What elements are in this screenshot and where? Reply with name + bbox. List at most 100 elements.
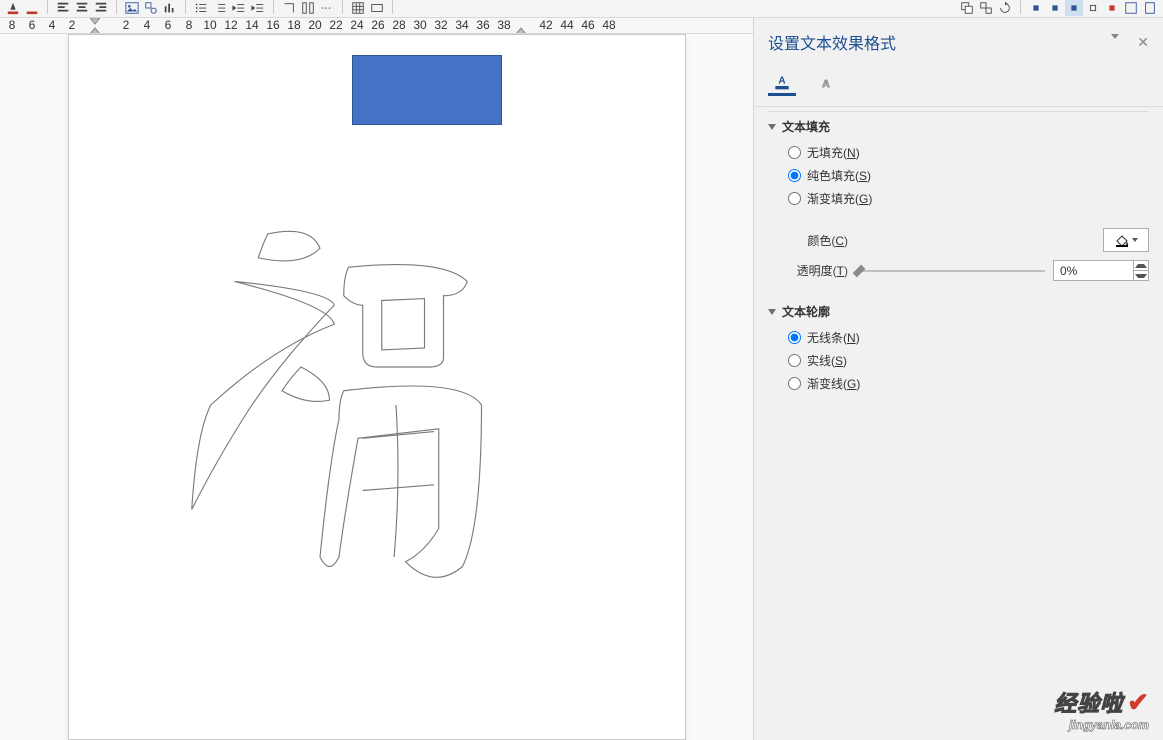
- ruler-tick: 22: [326, 18, 346, 32]
- ruler-tick: 34: [452, 18, 472, 32]
- first-line-indent-marker[interactable]: [90, 18, 100, 34]
- option-label: 渐变线: [807, 377, 843, 391]
- toolbar-separator: [392, 0, 393, 14]
- wrap-through-icon[interactable]: [1103, 0, 1121, 16]
- wrap-behind-icon[interactable]: [1065, 0, 1083, 16]
- section-text-outline: 文本轮廓 无线条(N) 实线(S) 渐变线(G): [768, 303, 1149, 395]
- ruler-tick: 20: [305, 18, 325, 32]
- selection-pane-icon[interactable]: [1141, 0, 1159, 16]
- option-no-fill[interactable]: 无填充(N): [768, 141, 1149, 164]
- option-label: 渐变填充: [807, 192, 855, 206]
- svg-text:A: A: [822, 79, 829, 90]
- transparency-label: 透明度: [797, 264, 833, 278]
- transparency-slider[interactable]: [856, 264, 1045, 278]
- option-solid-line[interactable]: 实线(S): [768, 349, 1149, 372]
- right-indent-marker[interactable]: [516, 18, 526, 34]
- page-break-icon[interactable]: [318, 0, 336, 16]
- option-gradient-line[interactable]: 渐变线(G): [768, 372, 1149, 395]
- wrap-tight-icon[interactable]: [1046, 0, 1064, 16]
- ruler-tick: 2: [116, 18, 136, 32]
- position-icon[interactable]: [1122, 0, 1140, 16]
- section-header-outline[interactable]: 文本轮廓: [768, 303, 1149, 320]
- merge-icon[interactable]: [368, 0, 386, 16]
- ruler-tick: 2: [62, 18, 82, 32]
- row-color: 颜色(C): [768, 224, 1149, 256]
- tab-text-fill-outline[interactable]: A: [768, 68, 796, 96]
- ruler-tick: 26: [368, 18, 388, 32]
- option-label: 无填充: [807, 146, 843, 160]
- document-area: 8 6 4 2 2 4 6 8 10 12 14 16 18 20 22 24 …: [0, 18, 753, 740]
- transparency-input[interactable]: 0%: [1053, 260, 1149, 281]
- radio-no-fill[interactable]: [788, 146, 801, 159]
- radio-gradient-line[interactable]: [788, 377, 801, 390]
- align-left-icon[interactable]: [54, 0, 72, 16]
- font-color-icon[interactable]: [4, 0, 22, 16]
- transparency-value: 0%: [1054, 264, 1077, 278]
- horizontal-ruler[interactable]: 8 6 4 2 2 4 6 8 10 12 14 16 18 20 22 24 …: [0, 18, 753, 34]
- svg-text:A: A: [778, 75, 785, 86]
- ruler-tick: 44: [557, 18, 577, 32]
- row-transparency: 透明度(T) 0%: [768, 256, 1149, 285]
- bullets-icon[interactable]: [192, 0, 210, 16]
- wordart-character[interactable]: [169, 215, 509, 595]
- ribbon-toolbar: [0, 0, 1163, 18]
- radio-gradient-fill[interactable]: [788, 192, 801, 205]
- section-title: 文本轮廓: [782, 303, 830, 320]
- ruler-tick: 48: [599, 18, 619, 32]
- radio-no-line[interactable]: [788, 331, 801, 344]
- slider-thumb[interactable]: [853, 264, 866, 277]
- option-no-line[interactable]: 无线条(N): [768, 326, 1149, 349]
- ruler-tick: 10: [200, 18, 220, 32]
- section-text-fill: 文本填充 无填充(N) 纯色填充(S) 渐变填充(G) 颜色(C): [768, 118, 1149, 285]
- ruler-tick: 4: [42, 18, 62, 32]
- align-right-icon[interactable]: [92, 0, 110, 16]
- highlight-icon[interactable]: [23, 0, 41, 16]
- format-text-effects-pane: 设置文本效果格式 ✕ A A 文本填充: [753, 18, 1163, 740]
- ruler-tick: 28: [389, 18, 409, 32]
- text-direction-icon[interactable]: [280, 0, 298, 16]
- arrange-icon[interactable]: [958, 0, 976, 16]
- option-gradient-fill[interactable]: 渐变填充(G): [768, 187, 1149, 210]
- ruler-tick: 32: [431, 18, 451, 32]
- wrap-front-icon[interactable]: [1084, 0, 1102, 16]
- ruler-tick: 16: [263, 18, 283, 32]
- rotate-icon[interactable]: [996, 0, 1014, 16]
- align-center-icon[interactable]: [73, 0, 91, 16]
- ruler-tick: 6: [158, 18, 178, 32]
- spin-up-button[interactable]: [1134, 261, 1148, 271]
- table-icon[interactable]: [349, 0, 367, 16]
- section-header-fill[interactable]: 文本填充: [768, 118, 1149, 135]
- radio-solid-line[interactable]: [788, 354, 801, 367]
- ruler-tick: 38: [494, 18, 514, 32]
- numbering-icon[interactable]: [211, 0, 229, 16]
- pane-options-icon[interactable]: [1111, 34, 1119, 39]
- indent-inc-icon[interactable]: [249, 0, 267, 16]
- rectangle-shape[interactable]: [352, 55, 502, 125]
- ruler-tick: 8: [2, 18, 22, 32]
- ruler-tick: 12: [221, 18, 241, 32]
- wrap-square-icon[interactable]: [1027, 0, 1045, 16]
- color-picker-button[interactable]: [1103, 228, 1149, 252]
- columns-icon[interactable]: [299, 0, 317, 16]
- ruler-tick: 46: [578, 18, 598, 32]
- ruler-tick: 18: [284, 18, 304, 32]
- option-label: 纯色填充: [807, 169, 855, 183]
- radio-solid-fill[interactable]: [788, 169, 801, 182]
- option-solid-fill[interactable]: 纯色填充(S): [768, 164, 1149, 187]
- indent-dec-icon[interactable]: [230, 0, 248, 16]
- group-icon[interactable]: [977, 0, 995, 16]
- tab-text-effects[interactable]: A: [812, 68, 840, 96]
- toolbar-separator: [47, 0, 48, 14]
- collapse-caret-icon: [768, 309, 776, 315]
- fill-bucket-icon: [1114, 232, 1130, 248]
- shapes-icon[interactable]: [142, 0, 160, 16]
- chart-icon[interactable]: [161, 0, 179, 16]
- spin-down-button[interactable]: [1134, 271, 1148, 280]
- section-title: 文本填充: [782, 118, 830, 135]
- document-page[interactable]: [68, 34, 686, 740]
- pane-title: 设置文本效果格式: [768, 30, 896, 54]
- dropdown-caret-icon: [1132, 238, 1138, 242]
- ruler-tick: 14: [242, 18, 262, 32]
- close-icon[interactable]: ✕: [1137, 34, 1149, 51]
- image-icon[interactable]: [123, 0, 141, 16]
